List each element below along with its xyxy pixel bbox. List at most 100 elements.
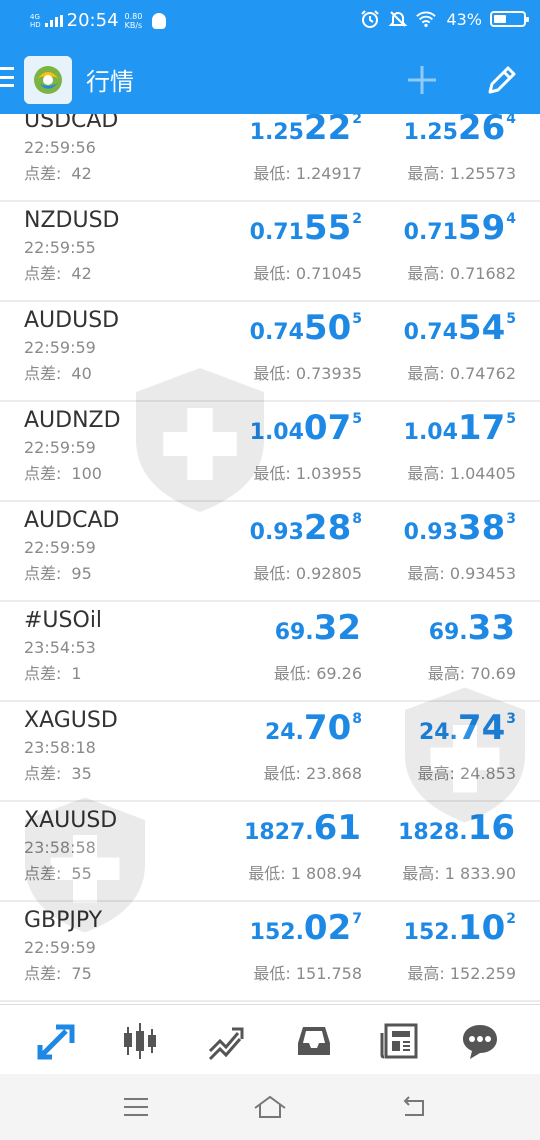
quote-row[interactable]: XAGUSD 23:58:18 点差: 35 24.708 24.743 最低: …	[0, 702, 540, 802]
bid-price: 1827.61	[244, 808, 362, 848]
low-label: 最低:	[248, 864, 286, 883]
spread: 点差: 35	[24, 760, 92, 784]
high-label: 最高:	[407, 464, 445, 483]
ask-price: 1.04175	[404, 408, 516, 448]
nav-inbox[interactable]	[292, 1019, 336, 1063]
low-price: 最低: 1 808.94	[248, 860, 362, 884]
low-value: 1.03955	[295, 464, 362, 483]
quote-row[interactable]: AUDCAD 22:59:59 点差: 95 0.93288 0.93383 最低…	[0, 502, 540, 602]
ask-price-fraction: 2	[506, 911, 516, 927]
bid-price-prefix: 0.93	[249, 520, 304, 545]
ask-price-fraction: 4	[506, 114, 516, 127]
bid-price-fraction: 5	[352, 411, 362, 427]
spread-value: 1	[71, 664, 82, 683]
ask-price: 69.33	[429, 608, 516, 648]
ask-price-prefix: 1.04	[403, 420, 458, 445]
quote-row[interactable]: XAUUSD 23:58:58 点差: 55 1827.61 1828.16 最低…	[0, 802, 540, 902]
low-label: 最低:	[273, 664, 312, 683]
bid-price-pips: 55	[303, 208, 352, 248]
high-value: 1.04405	[449, 464, 516, 483]
speed-value: 0.80	[124, 11, 143, 21]
bid-price: 1.25222	[250, 114, 362, 148]
quote-row[interactable]: AUDUSD 22:59:59 点差: 40 0.74505 0.74545 最低…	[0, 302, 540, 402]
status-left: 4G HD 20:54 0.80 KB/s	[30, 10, 167, 31]
ask-price: 0.74545	[404, 308, 516, 348]
symbol-name: NZDUSD	[24, 208, 120, 233]
ask-price-prefix: 0.71	[403, 220, 458, 245]
edit-button[interactable]	[482, 60, 522, 100]
low-value: 0.71045	[295, 264, 362, 283]
bid-price-pips: 28	[303, 508, 352, 548]
spread-value: 40	[71, 364, 92, 383]
quote-list[interactable]: USDCAD 22:59:56 点差: 42 1.25222 1.25264 最低…	[0, 114, 540, 1004]
quote-row[interactable]: #USOil 23:54:53 点差: 1 69.32 69.33 最低: 69.…	[0, 602, 540, 702]
ask-price-pips: 33	[467, 608, 515, 648]
bid-price: 24.708	[265, 708, 362, 748]
low-value: 0.73935	[295, 364, 362, 383]
quote-time: 22:59:59	[24, 338, 96, 357]
add-symbol-button[interactable]	[402, 60, 442, 100]
high-price: 最高: 1.25573	[407, 160, 516, 184]
low-label: 最低:	[253, 364, 291, 383]
low-price: 最低: 23.868	[264, 760, 362, 784]
quote-time: 22:59:59	[24, 538, 96, 557]
high-label: 最高:	[427, 664, 466, 683]
menu-icon[interactable]	[0, 67, 14, 87]
bid-price-fraction: 8	[352, 511, 362, 527]
spread-value: 35	[71, 764, 92, 783]
nav-chart[interactable]	[118, 1019, 162, 1063]
back-button[interactable]	[392, 1092, 432, 1122]
high-label: 最高:	[407, 164, 445, 183]
nav-quotes[interactable]	[34, 1019, 78, 1063]
spread-label: 点差:	[24, 264, 62, 283]
recents-button[interactable]	[116, 1092, 156, 1122]
bid-price-prefix: 1827.	[244, 820, 314, 845]
nav-chat[interactable]	[458, 1019, 502, 1063]
symbol-name: AUDCAD	[24, 508, 120, 533]
spread-value: 75	[71, 964, 92, 983]
bid-price-prefix: 0.71	[249, 220, 304, 245]
spread: 点差: 40	[24, 360, 92, 384]
spread-label: 点差:	[24, 364, 62, 383]
symbol-name: XAUUSD	[24, 808, 118, 833]
nav-news[interactable]	[378, 1019, 422, 1063]
high-value: 0.93453	[449, 564, 516, 583]
bid-price-fraction: 7	[352, 911, 362, 927]
ask-price: 24.743	[419, 708, 516, 748]
bid-price-fraction: 5	[352, 311, 362, 327]
symbol-name: USDCAD	[24, 114, 119, 133]
spread: 点差: 42	[24, 160, 92, 184]
symbol-name: GBPJPY	[24, 908, 103, 933]
network-type: 4G	[30, 12, 40, 21]
quote-row[interactable]: USDCAD 22:59:56 点差: 42 1.25222 1.25264 最低…	[0, 114, 540, 202]
ask-price-pips: 26	[457, 114, 506, 148]
home-button[interactable]	[250, 1092, 290, 1122]
bid-price: 69.32	[275, 608, 362, 648]
ask-price: 1828.16	[398, 808, 516, 848]
low-label: 最低:	[253, 464, 291, 483]
high-price: 最高: 0.93453	[407, 560, 516, 584]
spread: 点差: 42	[24, 260, 92, 284]
status-bar: 4G HD 20:54 0.80 KB/s 43%	[0, 0, 540, 42]
quote-row[interactable]: NZDUSD 22:59:55 点差: 42 0.71552 0.71594 最低…	[0, 202, 540, 302]
high-price: 最高: 1.04405	[407, 460, 516, 484]
high-label: 最高:	[407, 964, 445, 983]
low-price: 最低: 1.03955	[253, 460, 362, 484]
low-price: 最低: 0.73935	[253, 360, 362, 384]
plus-icon	[408, 66, 436, 94]
nav-trade[interactable]	[204, 1019, 248, 1063]
ask-price-pips: 38	[457, 508, 506, 548]
ask-price-prefix: 1828.	[398, 820, 468, 845]
spread-label: 点差:	[24, 964, 62, 983]
news-icon	[380, 1023, 418, 1059]
bid-price-pips: 32	[313, 608, 361, 648]
high-value: 24.853	[460, 764, 516, 783]
bid-price-pips: 02	[303, 908, 352, 948]
high-price: 最高: 24.853	[418, 760, 516, 784]
quote-row[interactable]: GBPJPY 22:59:59 点差: 75 152.027 152.102 最低…	[0, 902, 540, 1002]
quotes-icon	[37, 1024, 75, 1060]
ask-price-prefix: 1.25	[403, 120, 458, 145]
quote-row[interactable]: AUDNZD 22:59:59 点差: 100 1.04075 1.04175 最…	[0, 402, 540, 502]
bid-price-prefix: 1.25	[249, 120, 304, 145]
alarm-icon	[360, 9, 380, 29]
